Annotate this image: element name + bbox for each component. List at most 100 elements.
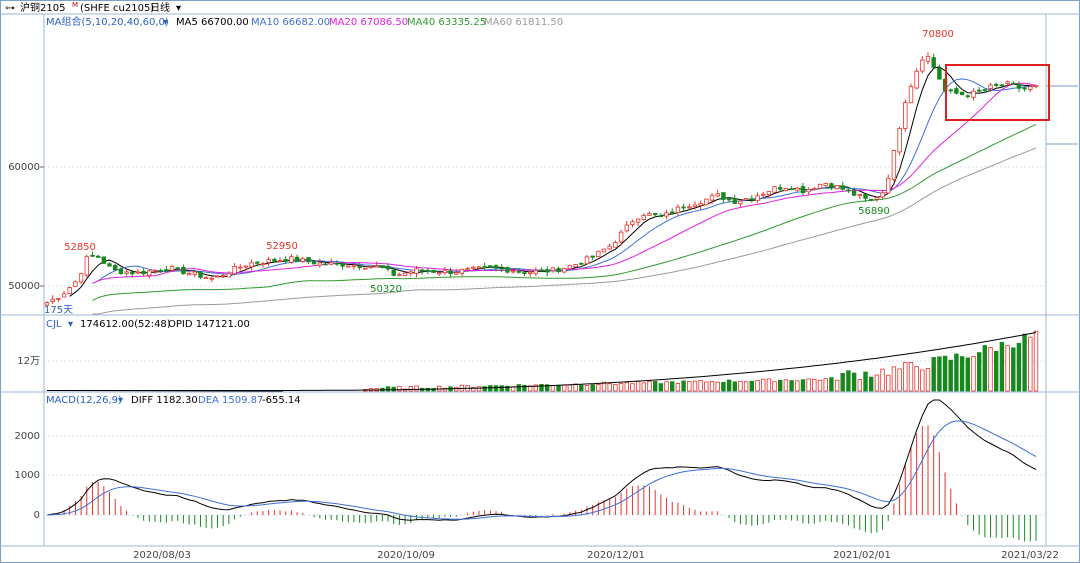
- volume-bar[interactable]: [550, 385, 556, 392]
- candle[interactable]: [869, 198, 874, 201]
- volume-bar[interactable]: [834, 379, 840, 392]
- volume-bar[interactable]: [863, 371, 868, 392]
- candle[interactable]: [584, 256, 590, 265]
- candle[interactable]: [380, 265, 385, 268]
- candle[interactable]: [419, 269, 425, 272]
- volume-bar[interactable]: [590, 384, 595, 392]
- candle[interactable]: [499, 267, 504, 270]
- candle[interactable]: [323, 263, 328, 266]
- candle[interactable]: [311, 261, 317, 265]
- candle[interactable]: [1011, 82, 1016, 85]
- candle[interactable]: [925, 56, 931, 62]
- candle[interactable]: [516, 270, 521, 273]
- candle[interactable]: [675, 206, 681, 214]
- candle[interactable]: [761, 193, 766, 196]
- candle[interactable]: [135, 271, 141, 274]
- candle[interactable]: [1028, 86, 1033, 90]
- candle[interactable]: [385, 265, 391, 270]
- volume-bar[interactable]: [800, 379, 806, 392]
- volume-bar[interactable]: [948, 359, 953, 392]
- candle[interactable]: [965, 95, 970, 98]
- volume-bar[interactable]: [670, 381, 675, 392]
- candle[interactable]: [874, 197, 880, 200]
- volume-bar[interactable]: [988, 346, 993, 392]
- volume-bar[interactable]: [391, 386, 396, 392]
- candle[interactable]: [959, 91, 965, 96]
- volume-bar[interactable]: [874, 374, 880, 392]
- volume-bar[interactable]: [726, 379, 732, 392]
- volume-bar[interactable]: [641, 382, 646, 392]
- candle[interactable]: [488, 265, 493, 268]
- candle[interactable]: [743, 198, 749, 201]
- candle[interactable]: [198, 271, 203, 278]
- volume-label[interactable]: CJL: [46, 319, 62, 330]
- candle[interactable]: [107, 263, 112, 267]
- volume-bar[interactable]: [476, 386, 482, 392]
- candle[interactable]: [630, 221, 635, 225]
- candle[interactable]: [863, 193, 868, 199]
- candle[interactable]: [351, 264, 357, 267]
- candle[interactable]: [601, 248, 607, 253]
- volume-bar[interactable]: [397, 386, 402, 392]
- volume-bar[interactable]: [647, 380, 652, 392]
- volume-bar[interactable]: [499, 385, 504, 392]
- candle[interactable]: [493, 265, 499, 269]
- volume-bar[interactable]: [698, 379, 703, 392]
- candle[interactable]: [664, 212, 669, 217]
- candle[interactable]: [914, 70, 919, 89]
- candle[interactable]: [243, 265, 249, 268]
- volume-bar[interactable]: [812, 378, 817, 392]
- volume-bar[interactable]: [596, 383, 601, 392]
- candle[interactable]: [579, 262, 584, 265]
- candle[interactable]: [573, 264, 578, 268]
- volume-bar[interactable]: [1011, 347, 1016, 392]
- candle[interactable]: [306, 257, 311, 263]
- volume-bar[interactable]: [971, 356, 976, 392]
- candle[interactable]: [431, 269, 436, 273]
- volume-bar[interactable]: [959, 356, 965, 392]
- candle[interactable]: [391, 269, 396, 276]
- macd-label[interactable]: MACD(12,26,9): [46, 395, 122, 406]
- volume-bar[interactable]: [721, 381, 726, 392]
- volume-bar[interactable]: [664, 381, 669, 392]
- volume-bar[interactable]: [772, 381, 777, 392]
- candle[interactable]: [766, 191, 772, 196]
- volume-bar[interactable]: [482, 386, 487, 392]
- candle[interactable]: [476, 266, 482, 269]
- volume-bar[interactable]: [408, 386, 413, 392]
- volume-bar[interactable]: [789, 380, 794, 392]
- candle[interactable]: [73, 281, 78, 287]
- candle[interactable]: [994, 84, 999, 86]
- candle[interactable]: [141, 270, 146, 275]
- volume-bar[interactable]: [766, 378, 772, 392]
- volume-bar[interactable]: [937, 356, 942, 392]
- candle[interactable]: [624, 224, 629, 232]
- candlestick-chart[interactable]: ⊶ 沪铜2105 M (SHFE cu2105) 日线 ▾ MA组合(5,10,…: [0, 0, 1080, 563]
- candle[interactable]: [357, 266, 362, 269]
- volume-bar[interactable]: [562, 384, 567, 392]
- candle[interactable]: [471, 266, 476, 269]
- volume-bar[interactable]: [840, 372, 845, 392]
- volume-bar[interactable]: [743, 381, 749, 392]
- candle[interactable]: [56, 298, 61, 300]
- volume-bar[interactable]: [618, 382, 624, 392]
- candle[interactable]: [755, 195, 760, 202]
- candle[interactable]: [670, 211, 675, 214]
- candle[interactable]: [453, 272, 459, 275]
- candle[interactable]: [834, 185, 840, 190]
- volume-bar[interactable]: [567, 384, 573, 392]
- candle[interactable]: [931, 57, 936, 68]
- candle[interactable]: [186, 272, 192, 276]
- candle[interactable]: [232, 265, 237, 275]
- candle[interactable]: [596, 250, 601, 258]
- candle[interactable]: [886, 177, 891, 194]
- volume-bar[interactable]: [1033, 330, 1039, 392]
- volume-bar[interactable]: [385, 386, 391, 392]
- candle[interactable]: [209, 277, 214, 280]
- candle[interactable]: [789, 188, 794, 191]
- volume-bar[interactable]: [999, 341, 1005, 392]
- candle[interactable]: [84, 256, 89, 276]
- volume-bar[interactable]: [920, 369, 925, 392]
- candle[interactable]: [78, 273, 84, 283]
- ma-group-label[interactable]: MA组合(5,10,20,40,60,0): [46, 15, 169, 28]
